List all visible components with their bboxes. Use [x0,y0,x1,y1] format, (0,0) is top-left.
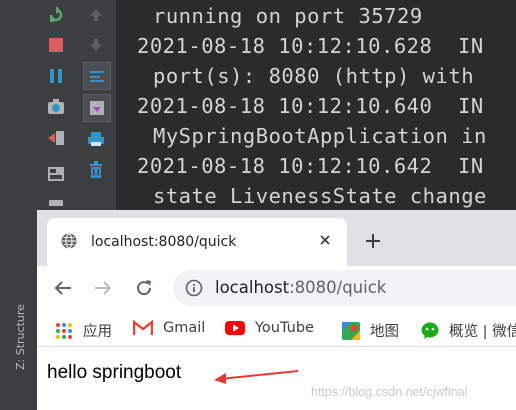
bookmark-maps[interactable]: 地图 [342,320,399,341]
bookmarks-bar: 应用 Gmail YouTube 地图 概览 | 微信 [37,312,516,347]
red-arrow-annotation [214,370,299,384]
apps-grid-icon [55,322,73,340]
soft-wrap-icon[interactable] [83,62,111,90]
reload-icon[interactable] [134,278,154,302]
watermark: https://blog.csdn.net/cjwfinal [311,385,468,399]
bookmark-label: Gmail [163,320,206,336]
bookmark-gmail[interactable]: Gmail [132,319,206,336]
layout-icon[interactable] [45,163,67,185]
structure-tab-label[interactable]: Z: Structure [14,304,27,370]
print-icon[interactable] [85,128,107,150]
tab-title: localhost:8080/quick [91,234,237,250]
bookmark-wechat[interactable]: 概览 | 微信 [421,320,516,341]
console-line: state LivenessState change [153,184,487,208]
close-tab-icon[interactable] [317,232,333,252]
youtube-icon [225,321,245,335]
url-host: localhost [215,278,290,297]
console-line: port(s): 8080 (http) with [153,64,475,88]
stop-icon[interactable] [45,34,67,56]
pause-icon[interactable] [45,65,67,87]
url-text[interactable]: localhost:8080/quick [215,278,386,297]
exit-icon[interactable] [45,127,67,149]
console-output[interactable]: running on port 35729 2021-08-18 10:12:1… [117,0,516,210]
bookmark-apps[interactable]: 应用 [55,320,112,341]
camera-icon[interactable] [45,96,67,118]
forward-icon[interactable] [93,279,113,301]
bookmark-youtube[interactable]: YouTube [225,320,314,336]
gmail-icon [132,319,154,336]
run-toolbar-secondary [77,0,117,210]
new-tab-icon[interactable] [364,232,382,254]
page-content: hello springboot https://blog.csdn.net/c… [37,347,516,410]
bookmark-label: 概览 | 微信 [449,324,516,340]
run-toolbar-primary [37,0,77,210]
info-icon[interactable] [185,279,203,301]
scroll-down-icon[interactable] [85,34,107,56]
console-line: MySpringBootApplication in [153,124,487,148]
scroll-to-end-icon[interactable] [83,94,111,122]
bookmark-label: 地图 [370,324,399,340]
bookmark-label: YouTube [255,320,314,336]
scroll-up-icon[interactable] [85,4,107,26]
console-line: 2021-08-18 10:12:10.642 IN [137,154,484,178]
bookmark-label: 应用 [83,324,112,340]
console-line: running on port 35729 [153,4,423,28]
globe-icon [61,233,77,253]
url-path: :8080/quick [289,278,387,297]
clear-all-icon[interactable] [85,159,107,181]
browser-tab[interactable]: localhost:8080/quick [47,218,347,266]
wechat-icon [421,322,441,340]
address-bar[interactable]: localhost:8080/quick [173,270,516,306]
browser-window: localhost:8080/quick localhost:8080/quic… [37,210,516,410]
maps-icon [342,321,360,340]
console-line: 2021-08-18 10:12:10.640 IN [137,94,484,118]
ide-left-edge [0,0,9,410]
console-line: 2021-08-18 10:12:10.628 IN [137,34,484,58]
rerun-icon[interactable] [45,4,67,26]
back-icon[interactable] [53,279,73,301]
page-text: hello springboot [47,362,182,383]
